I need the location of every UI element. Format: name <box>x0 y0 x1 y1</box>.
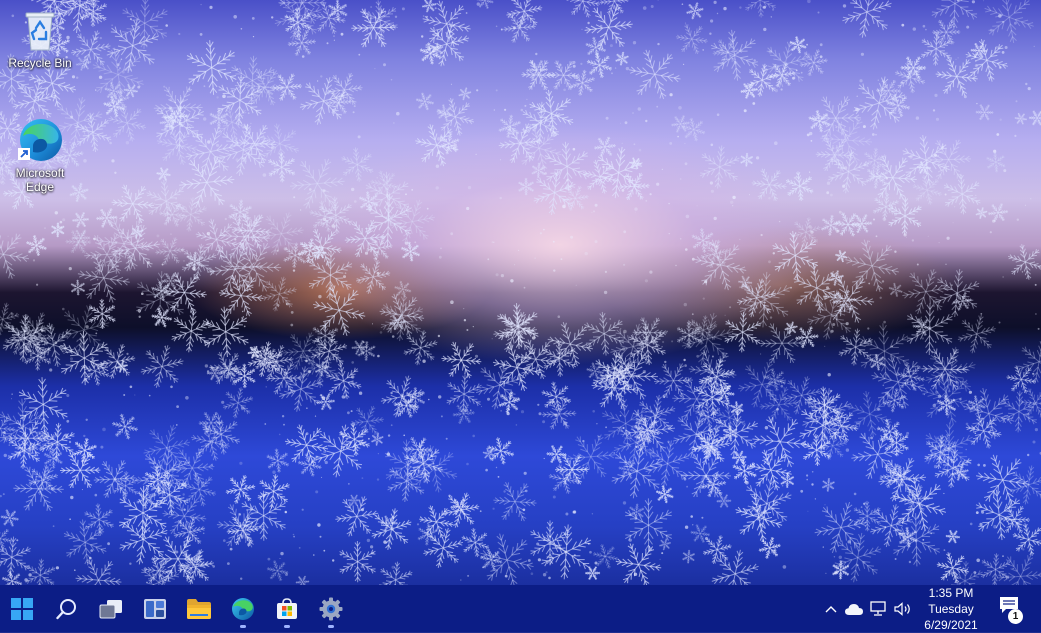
network-button[interactable] <box>868 598 890 620</box>
search-button[interactable] <box>47 589 87 629</box>
search-icon <box>56 599 76 620</box>
clock-date: 6/29/2021 <box>910 617 992 633</box>
clock-day: Tuesday <box>910 601 992 617</box>
desktop-icon-microsoft-edge[interactable]: Microsoft Edge <box>2 116 78 194</box>
edge-taskbar-button[interactable] <box>223 589 263 629</box>
notification-count-badge: 1 <box>1008 609 1023 624</box>
onedrive-button[interactable] <box>843 598 865 620</box>
edge-icon <box>232 598 254 620</box>
desktop-wallpaper <box>0 0 1041 585</box>
clock-time: 1:35 PM <box>910 585 992 601</box>
store-icon <box>277 598 297 619</box>
desktop-icon-label-line1: Microsoft <box>2 166 78 180</box>
running-indicator <box>328 625 334 628</box>
chevron-up-icon <box>825 606 837 613</box>
taskbar: 1:35 PM Tuesday 6/29/2021 1 <box>0 585 1041 633</box>
network-icon <box>870 601 886 616</box>
gear-icon <box>319 597 343 621</box>
store-taskbar-button[interactable] <box>267 589 307 629</box>
show-hidden-icons-button[interactable] <box>820 598 842 620</box>
widgets-icon <box>144 599 166 619</box>
task-view-button[interactable] <box>91 589 131 629</box>
widgets-button[interactable] <box>135 589 175 629</box>
file-explorer-button[interactable] <box>179 589 219 629</box>
start-button[interactable] <box>2 589 42 629</box>
onedrive-cloud-icon <box>845 604 863 615</box>
desktop-icon-recycle-bin[interactable]: Recycle Bin <box>2 6 78 70</box>
desktop-icon-label: Recycle Bin <box>2 56 78 70</box>
recycle-bin-icon <box>16 6 64 54</box>
running-indicator <box>284 625 290 628</box>
taskbar-clock[interactable]: 1:35 PM Tuesday 6/29/2021 <box>910 585 992 633</box>
windows-logo-icon <box>11 598 33 620</box>
running-indicator <box>240 625 246 628</box>
settings-taskbar-button[interactable] <box>311 589 351 629</box>
frost-pattern <box>0 0 1041 585</box>
desktop-icon-label-line2: Edge <box>2 180 78 194</box>
folder-icon <box>187 599 211 619</box>
notification-center-button[interactable]: 1 <box>996 593 1026 625</box>
task-view-icon <box>99 600 122 619</box>
edge-icon <box>16 116 64 164</box>
